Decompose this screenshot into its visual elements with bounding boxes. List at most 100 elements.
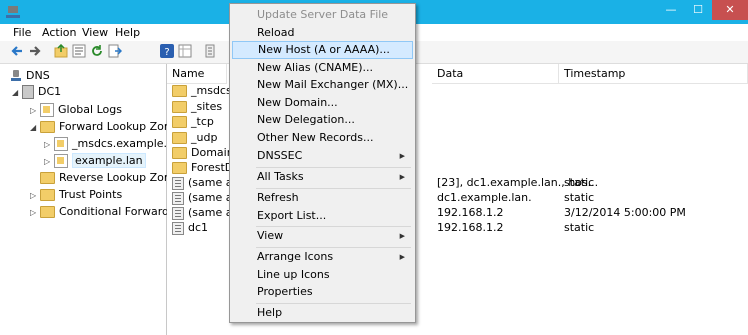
submenu-arrow-icon: ▶: [399, 253, 405, 261]
row-timestamp: static: [564, 221, 595, 234]
collapse-arrow-icon[interactable]: ◢: [30, 120, 40, 136]
menu-item-new-mail-exchanger[interactable]: New Mail Exchanger (MX)...: [232, 76, 413, 94]
menu-item-dnssec[interactable]: DNSSEC ▶: [232, 147, 413, 165]
forward-icon[interactable]: [28, 44, 42, 58]
collapse-arrow-icon[interactable]: ◢: [12, 85, 22, 101]
row-data: 192.168.1.2: [437, 221, 504, 234]
sheet-icon[interactable]: [178, 44, 192, 58]
close-button[interactable]: ✕: [712, 0, 748, 20]
menu-item-properties[interactable]: Properties: [232, 283, 413, 301]
folder-icon: [172, 132, 187, 144]
menu-item-export-list[interactable]: Export List...: [232, 207, 413, 225]
submenu-arrow-icon: ▶: [399, 152, 405, 160]
tree-label: Forward Lookup Zones: [59, 120, 184, 133]
zone-icon: [54, 137, 68, 151]
menu-item-label: DNSSEC: [257, 149, 303, 162]
server-icon: [22, 85, 34, 99]
menu-file[interactable]: File: [13, 26, 31, 39]
dns-icon: [10, 70, 22, 82]
menu-item-line-up-icons[interactable]: Line up Icons: [232, 266, 413, 284]
menu-item-new-domain[interactable]: New Domain...: [232, 94, 413, 112]
column-header-timestamp[interactable]: Timestamp: [559, 64, 748, 84]
record-icon: [172, 206, 184, 220]
tree-label: example.lan: [72, 153, 146, 168]
record-icon: [172, 176, 184, 190]
properties-icon[interactable]: [72, 44, 86, 58]
expand-arrow-icon[interactable]: ▷: [44, 137, 54, 153]
tree-node-msdcs-zone[interactable]: ▷ _msdcs.example.lan: [44, 136, 184, 152]
tree-label: Global Logs: [58, 103, 122, 116]
export-icon[interactable]: [108, 44, 122, 58]
menu-item-new-host[interactable]: New Host (A or AAAA)...: [232, 41, 413, 59]
row-timestamp: static: [564, 176, 595, 189]
expand-arrow-icon[interactable]: ▷: [44, 154, 54, 170]
folder-icon: [40, 206, 55, 218]
app-icon: [6, 6, 20, 18]
row-data: dc1.example.lan.: [437, 191, 532, 204]
tree-label: Reverse Lookup Zones: [59, 171, 184, 184]
record-icon: [172, 221, 184, 235]
tree-node-dc1[interactable]: ◢ DC1: [12, 84, 61, 100]
folder-icon: [172, 116, 187, 128]
row-timestamp: 3/12/2014 5:00:00 PM: [564, 206, 686, 219]
folder-icon: [40, 121, 55, 133]
menu-item-reload[interactable]: Reload: [232, 24, 413, 42]
tree-pane: DNS ◢ DC1 ▷ Global Logs ◢ Forward Lookup Zo…: [0, 64, 186, 335]
expand-arrow-icon[interactable]: ▷: [30, 205, 40, 221]
expand-arrow-icon[interactable]: ▷: [30, 103, 40, 119]
menu-item-all-tasks[interactable]: All Tasks ▶: [232, 168, 413, 186]
row-name: _udp: [191, 131, 218, 144]
menu-item-label: Arrange Icons: [257, 250, 334, 263]
minimize-button[interactable]: —: [658, 0, 684, 20]
menu-item-label: All Tasks: [257, 170, 304, 183]
menu-view[interactable]: View: [82, 26, 108, 39]
context-menu: Update Server Data File Reload New Host …: [229, 3, 416, 323]
menu-action[interactable]: Action: [42, 26, 76, 39]
tree-node-example-lan[interactable]: ▷ example.lan: [44, 153, 146, 169]
submenu-arrow-icon: ▶: [399, 232, 405, 240]
tree-node-global-logs[interactable]: ▷ Global Logs: [30, 102, 122, 118]
menu-item-update-server-data-file: Update Server Data File: [257, 8, 389, 21]
record-icon[interactable]: [204, 44, 218, 58]
row-timestamp: static: [564, 191, 595, 204]
menu-item-arrange-icons[interactable]: Arrange Icons ▶: [232, 248, 413, 266]
folder-icon: [172, 85, 187, 97]
column-header-name[interactable]: Name: [167, 64, 227, 84]
tree-node-reverse-lookup-zones[interactable]: Reverse Lookup Zones: [30, 170, 183, 186]
row-name: _msdcs: [191, 84, 232, 97]
tree-node-conditional-forwarders[interactable]: ▷ Conditional Forwarders: [30, 204, 186, 220]
menu-item-other-new-records[interactable]: Other New Records...: [232, 129, 413, 147]
submenu-arrow-icon: ▶: [399, 173, 405, 181]
zone-icon: [54, 154, 68, 168]
menu-help[interactable]: Help: [115, 26, 140, 39]
tree-node-trust-points[interactable]: ▷ Trust Points: [30, 187, 122, 203]
log-icon: [40, 103, 54, 117]
folder-icon: [172, 147, 187, 159]
row-name: dc1: [188, 221, 209, 234]
folder-icon: [40, 172, 55, 184]
menu-item-new-delegation[interactable]: New Delegation...: [232, 111, 413, 129]
menu-item-view[interactable]: View ▶: [232, 227, 413, 245]
menu-item-new-alias[interactable]: New Alias (CNAME)...: [232, 59, 413, 77]
row-data: 192.168.1.2: [437, 206, 504, 219]
back-icon[interactable]: [10, 44, 24, 58]
folder-icon: [172, 101, 187, 113]
tree-node-dns[interactable]: DNS: [10, 68, 50, 84]
tree-label: DNS: [26, 69, 50, 82]
svg-text:?: ?: [164, 47, 169, 58]
expand-arrow-icon[interactable]: ▷: [30, 188, 40, 204]
folder-up-icon[interactable]: [54, 44, 68, 58]
tree-node-forward-lookup-zones[interactable]: ◢ Forward Lookup Zones: [30, 119, 183, 135]
menu-item-label: View: [257, 229, 284, 242]
record-icon: [172, 191, 184, 205]
menu-item-refresh[interactable]: Refresh: [232, 189, 413, 207]
folder-icon: [172, 162, 187, 174]
help-icon[interactable]: ?: [160, 44, 174, 58]
refresh-icon[interactable]: [90, 44, 104, 58]
row-name: _tcp: [191, 115, 214, 128]
tree-label: Trust Points: [59, 188, 123, 201]
column-header-data[interactable]: Data: [432, 64, 559, 84]
maximize-button[interactable]: ☐: [685, 0, 711, 20]
tree-label: DC1: [38, 85, 62, 98]
menu-item-help[interactable]: Help: [232, 304, 413, 322]
